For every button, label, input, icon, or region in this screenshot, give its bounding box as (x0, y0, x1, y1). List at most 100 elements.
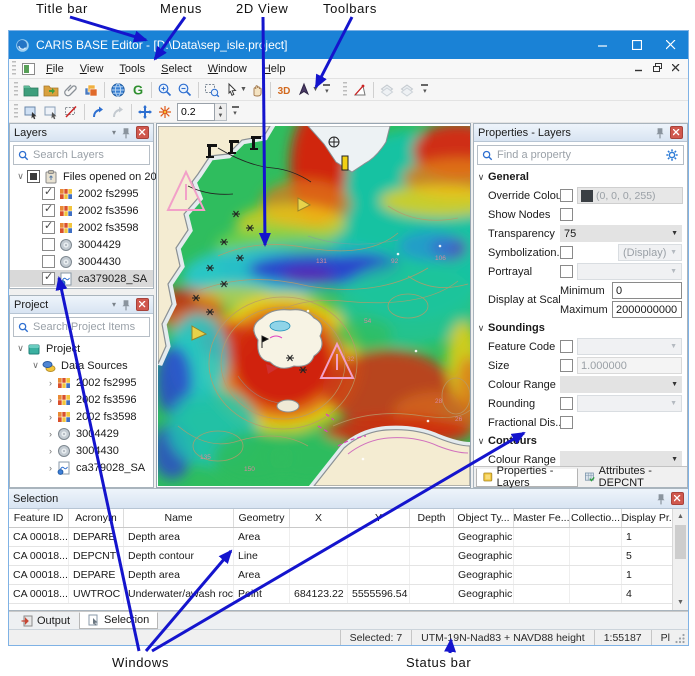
pin-icon[interactable] (654, 127, 666, 139)
menubar-grip[interactable] (12, 61, 16, 77)
spin-down-button[interactable]: ▼ (215, 112, 226, 120)
title-bar[interactable]: CARIS BASE Editor - [D:\Data\sep_isle.pr… (9, 31, 688, 59)
settings-gear-icon[interactable] (665, 148, 679, 162)
globe-icon[interactable] (108, 80, 128, 100)
property-checkbox[interactable] (560, 246, 573, 259)
snap-tolerance-icon[interactable] (155, 102, 175, 122)
table-row[interactable]: CA 00018...DEPAREDepth areaAreaGeographi… (9, 528, 672, 547)
property-checkbox[interactable] (560, 265, 573, 278)
vertical-scrollbar[interactable]: ▲ ▼ (672, 509, 688, 610)
tree-item-2002-fs3596[interactable]: 2002 fs3596 (10, 202, 153, 219)
property-dropdown[interactable]: ▼ (577, 338, 682, 355)
resize-grip[interactable] (674, 632, 686, 644)
mdi-close-button[interactable] (672, 63, 680, 75)
close-panel-icon[interactable] (136, 126, 149, 139)
select-by-rectangle-icon[interactable] (21, 102, 41, 122)
tree-item-2002-fs3598[interactable]: 2002 fs3598 (10, 219, 153, 236)
tree-item-ca379028-sa[interactable]: ca379028_SA (10, 270, 153, 287)
layer-checkbox[interactable] (27, 170, 40, 183)
column-header-object-ty-[interactable]: Object Ty... (454, 509, 514, 527)
maximize-button[interactable] (620, 31, 654, 59)
table-row[interactable]: CA 00018...DEPCNTDepth contourLineGeogra… (9, 547, 672, 566)
tree-item-data-sources[interactable]: ∨Data Sources (10, 357, 153, 374)
select-cursor-icon[interactable] (222, 80, 242, 100)
toolbar-overflow-button[interactable]: ▾ (229, 103, 241, 121)
tree-item-3004429[interactable]: ›3004429 (10, 425, 153, 442)
tree-item-2002-fs3596[interactable]: ›2002 fs3596 (10, 391, 153, 408)
tree-item-2002-fs3598[interactable]: ›2002 fs3598 (10, 408, 153, 425)
tree-item-2002-fs2995[interactable]: 2002 fs2995 (10, 185, 153, 202)
layer-checkbox[interactable] (42, 187, 55, 200)
map-2d-view[interactable]: 1319210654322826150135 (156, 123, 471, 488)
section-contours[interactable]: ∨Contours (474, 432, 687, 450)
panel-menu-icon[interactable]: ▾ (112, 128, 116, 137)
close-panel-icon[interactable] (136, 298, 149, 311)
column-header-y[interactable]: Y (348, 509, 410, 527)
import-data-icon[interactable] (41, 80, 61, 100)
menu-file[interactable]: File (38, 59, 72, 78)
property-dropdown[interactable]: (Display)▼ (618, 244, 682, 261)
table-row[interactable]: CA 00018...UWTROCUnderwater/awash rockPo… (9, 585, 672, 604)
select-cursor-dropdown[interactable]: ▼ (240, 86, 247, 93)
column-header-geometry[interactable]: Geometry (234, 509, 290, 527)
close-panel-icon[interactable] (670, 126, 683, 139)
property-checkbox[interactable] (560, 397, 573, 410)
tree-item-3004430[interactable]: 3004430 (10, 253, 153, 270)
scroll-down-button[interactable]: ▼ (673, 595, 688, 610)
selection-panel-header[interactable]: Selection (9, 489, 688, 509)
tree-item-2002-fs2995[interactable]: ›2002 fs2995 (10, 374, 153, 391)
zoom-in-icon[interactable] (155, 80, 175, 100)
toolbar-grip[interactable] (14, 82, 18, 98)
mdi-restore-button[interactable] (653, 63, 662, 75)
tree-item-files-opened-on-201-[interactable]: ∨Files opened on 201... (10, 168, 153, 185)
scroll-up-button[interactable]: ▲ (673, 509, 688, 524)
layers-panel-header[interactable]: Layers ▾ (10, 124, 153, 142)
slope-editor-icon[interactable] (350, 80, 370, 100)
surface-tool2-icon-disabled[interactable] (397, 80, 417, 100)
pin-icon[interactable] (655, 493, 667, 505)
property-checkbox[interactable] (560, 416, 573, 429)
pin-icon[interactable] (120, 127, 132, 139)
menu-select[interactable]: Select (153, 59, 200, 78)
layers-icon[interactable] (81, 80, 101, 100)
tab-attributes-depcnt[interactable]: Attributes - DEPCNT (578, 468, 687, 487)
property-checkbox[interactable] (560, 340, 573, 353)
dock-tab-output[interactable]: Output (12, 612, 79, 629)
column-header-master-fe-[interactable]: Master Fe... (514, 509, 570, 527)
column-header-collectio-[interactable]: Collectio... (570, 509, 622, 527)
minimum-scale-input[interactable]: 0 (612, 282, 682, 299)
surface-tool-icon-disabled[interactable] (377, 80, 397, 100)
property-input[interactable]: 1.000000 (577, 357, 682, 374)
tree-item-3004429[interactable]: 3004429 (10, 236, 153, 253)
open-project-icon[interactable] (21, 80, 41, 100)
scrollbar-thumb[interactable] (675, 525, 686, 559)
toolbar-overflow-button[interactable]: ▾ (419, 81, 431, 99)
project-panel-header[interactable]: Project ▾ (10, 296, 153, 314)
3d-view-icon[interactable]: 3D (274, 80, 294, 100)
pan-hand-icon[interactable] (247, 80, 267, 100)
north-arrow-dropdown[interactable]: ▼ (312, 86, 319, 93)
property-dropdown[interactable]: 75▼ (560, 225, 682, 242)
maximum-scale-input[interactable]: 2000000000 (612, 301, 682, 318)
close-panel-icon[interactable] (671, 492, 684, 505)
project-search-input[interactable] (33, 321, 145, 333)
close-button[interactable] (654, 31, 688, 59)
layers-search-input[interactable] (33, 149, 145, 161)
property-checkbox[interactable] (560, 359, 573, 372)
menu-view[interactable]: View (72, 59, 112, 78)
map-canvas[interactable]: 1319210654322826150135 (158, 126, 470, 486)
table-row[interactable]: CA 00018...DEPAREDepth areaAreaGeographi… (9, 566, 672, 585)
minimize-button[interactable] (586, 31, 620, 59)
property-checkbox[interactable] (560, 208, 573, 221)
column-header-depth[interactable]: Depth (410, 509, 454, 527)
property-dropdown[interactable]: ▼ (560, 376, 682, 393)
panel-menu-icon[interactable]: ▾ (112, 300, 116, 309)
section-soundings[interactable]: ∨Soundings (474, 319, 687, 337)
property-search-input[interactable] (497, 149, 661, 161)
property-checkbox[interactable] (560, 189, 573, 202)
section-general[interactable]: ∨General (474, 168, 687, 186)
toolbar-grip[interactable] (343, 82, 347, 98)
layer-checkbox[interactable] (42, 272, 55, 285)
tree-item-project[interactable]: ∨Project (10, 340, 153, 357)
column-header-name[interactable]: Name (124, 509, 234, 527)
